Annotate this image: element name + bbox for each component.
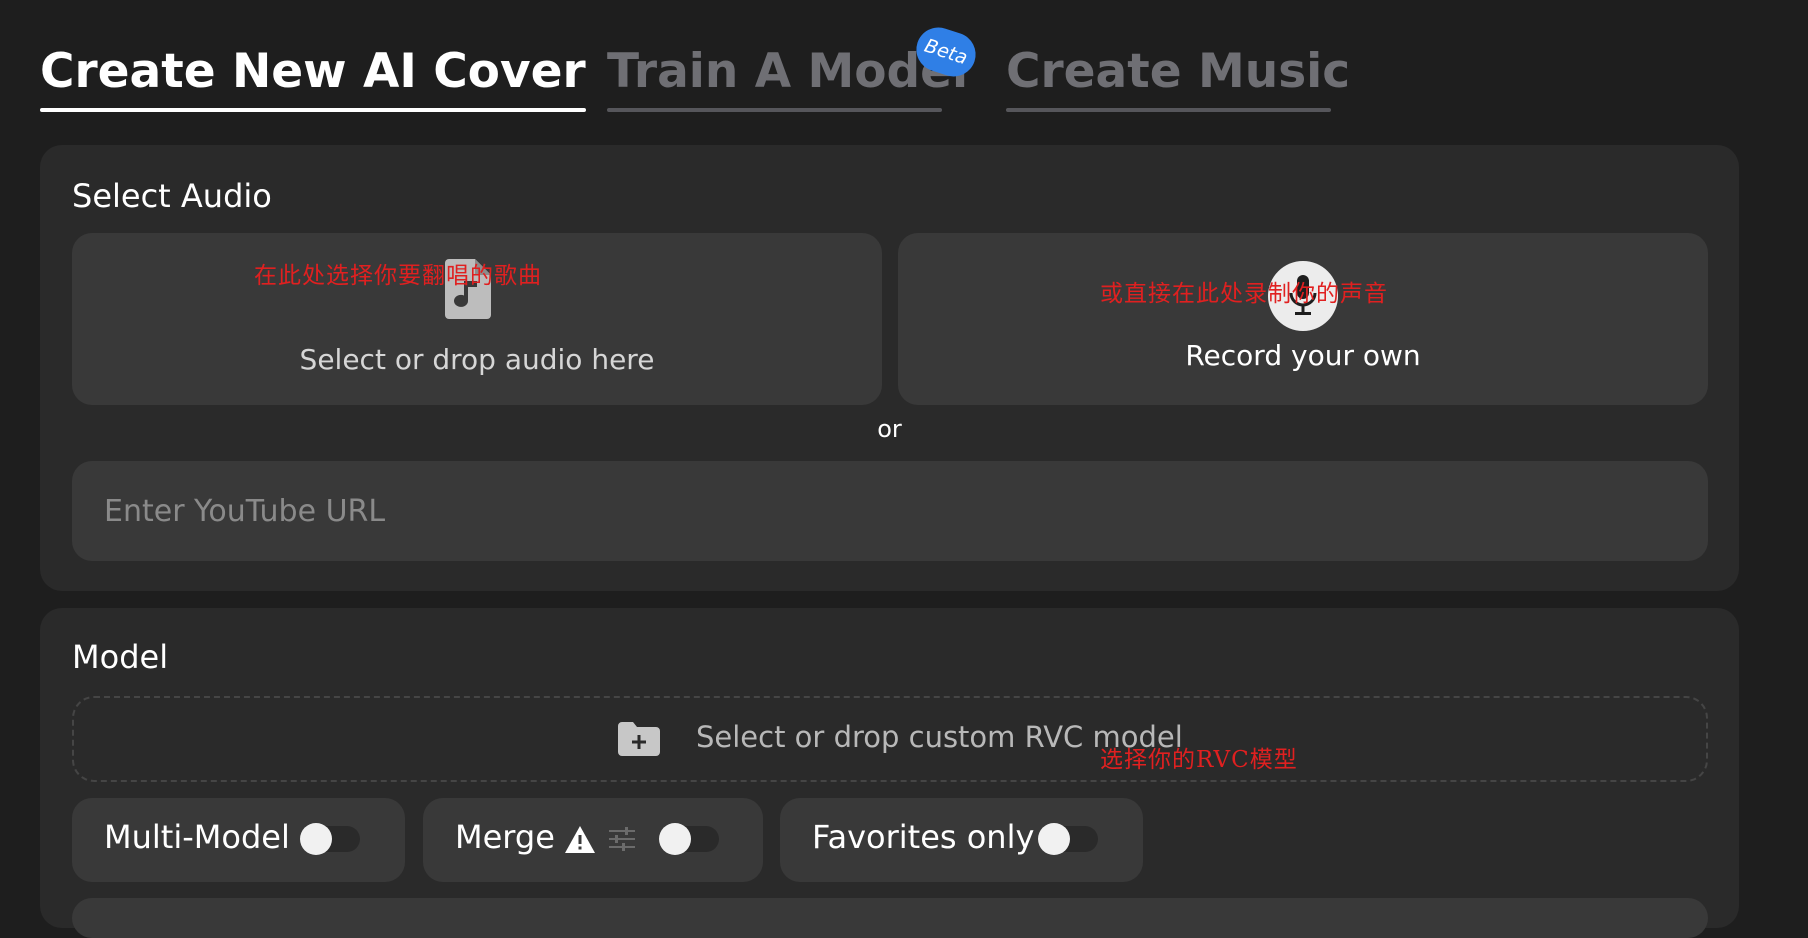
toggle-knob — [300, 823, 332, 855]
tab-bar: Create New AI Cover Train A Model Beta C… — [0, 0, 1808, 130]
tab-label: Create New AI Cover — [40, 44, 586, 99]
toggle-knob — [659, 823, 691, 855]
favorites-only-label: Favorites only — [812, 818, 1035, 856]
or-divider: or — [877, 415, 902, 443]
model-list-strip — [72, 898, 1708, 938]
annotation-record-voice: 或直接在此处录制你的声音 — [1100, 281, 1388, 307]
sliders-icon[interactable] — [609, 827, 635, 851]
tab-underline — [1006, 108, 1331, 112]
folder-plus-icon — [618, 722, 660, 756]
warning-icon[interactable] — [565, 826, 595, 853]
merge-toggle[interactable] — [659, 823, 719, 855]
select-audio-card: Select Audio Select or drop audio here R… — [40, 145, 1739, 591]
annotation-select-song: 在此处选择你要翻唱的歌曲 — [254, 263, 542, 289]
model-title: Model — [72, 638, 169, 676]
tab-train-model[interactable]: Train A Model — [607, 42, 968, 112]
tab-label: Train A Model — [607, 44, 969, 99]
rvc-model-dropzone[interactable]: Select or drop custom RVC model — [72, 696, 1708, 782]
youtube-url-input[interactable] — [72, 461, 1708, 561]
tab-create-ai-cover[interactable]: Create New AI Cover — [40, 42, 586, 112]
merge-option: Merge — [423, 798, 763, 882]
multi-model-label: Multi-Model — [104, 818, 290, 856]
merge-label: Merge — [455, 818, 555, 856]
tab-create-music[interactable]: Create Music — [1006, 42, 1350, 112]
toggle-knob — [1038, 823, 1070, 855]
multi-model-option: Multi-Model — [72, 798, 405, 882]
tab-label: Create Music — [1006, 44, 1351, 99]
model-card: Model Select or drop custom RVC model Mu… — [40, 608, 1739, 938]
record-audio-button[interactable]: Record your own — [898, 233, 1708, 405]
favorites-only-option: Favorites only — [780, 798, 1143, 882]
multi-model-toggle[interactable] — [300, 823, 360, 855]
tab-underline — [607, 108, 942, 112]
select-audio-label: Select or drop audio here — [299, 343, 655, 376]
tab-underline — [40, 108, 586, 112]
select-audio-title: Select Audio — [72, 177, 272, 215]
favorites-only-toggle[interactable] — [1038, 823, 1098, 855]
annotation-select-model: 选择你的RVC模型 — [1100, 747, 1298, 773]
record-label: Record your own — [1185, 339, 1421, 372]
